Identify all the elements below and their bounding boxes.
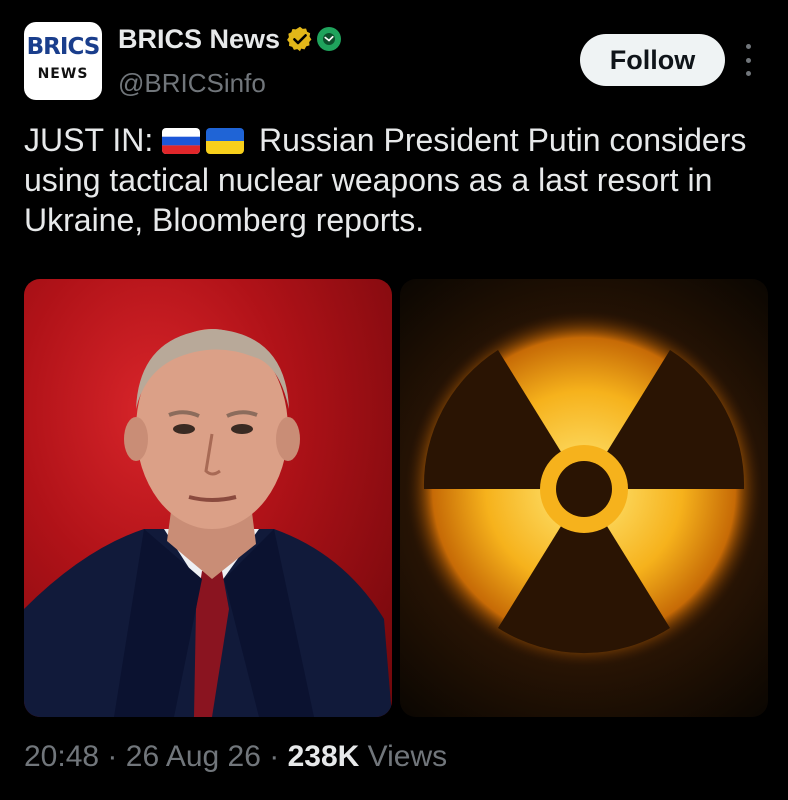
more-vertical-icon[interactable] [740, 44, 756, 76]
name-row: BRICS News [118, 22, 342, 56]
tweet-meta: 20:48 · 26 Aug 26 · 238K Views [24, 740, 447, 774]
tweet-prefix: JUST IN: [24, 122, 154, 158]
views-label[interactable]: Views [368, 740, 447, 773]
radiation-symbol-image[interactable] [400, 279, 768, 717]
account-handle[interactable]: @BRICSinfo [118, 68, 266, 99]
russia-flag-icon [162, 128, 201, 154]
avatar-logo-text: BRICS [26, 34, 101, 60]
display-name[interactable]: BRICS News [118, 24, 280, 55]
tweet-time[interactable]: 20:48 [24, 740, 99, 773]
radiation-trefoil-icon [406, 311, 762, 667]
tweet-text: JUST IN: Russian President Putin conside… [24, 120, 769, 240]
affiliate-badge-icon[interactable] [317, 27, 342, 51]
ukraine-flag-icon [206, 128, 245, 154]
meta-separator: · [269, 740, 280, 773]
tweet-date[interactable]: 26 Aug 26 [126, 740, 261, 773]
tweet-header: BRICS NEWS BRICS News @BRICSinfo Follow [24, 22, 764, 102]
portrait-illustration [24, 329, 392, 717]
views-count[interactable]: 238K [288, 740, 360, 773]
follow-button[interactable]: Follow [580, 34, 725, 86]
meta-separator: · [107, 740, 118, 773]
verified-badge-icon[interactable] [286, 25, 314, 53]
avatar-logo-subtext: NEWS [37, 66, 89, 82]
avatar[interactable]: BRICS NEWS [24, 22, 102, 100]
putin-photo[interactable] [24, 279, 392, 717]
